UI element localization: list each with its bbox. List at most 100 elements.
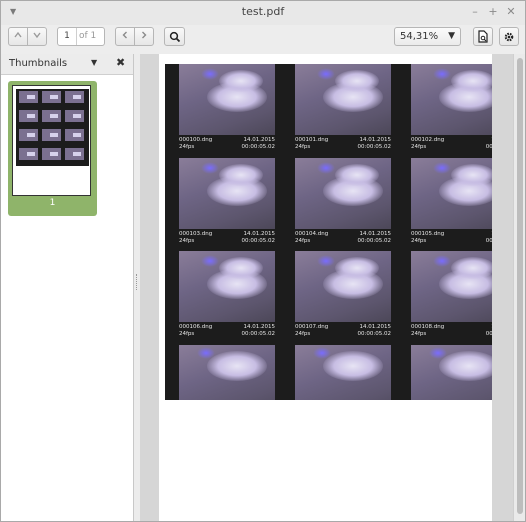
contact-sheet-frame: 000101.dng 14.01.2015 24fps 00:00:05.02 [295, 64, 391, 150]
document-icon [478, 30, 488, 43]
next-page-button[interactable] [27, 27, 47, 46]
frame-fps: 24fps [411, 331, 427, 337]
scrollbar-thumb[interactable] [517, 58, 523, 514]
frame-timecode: 00:00:05.02 [357, 238, 391, 244]
contact-sheet: 000100.dng 14.01.2015 24fps 00:00:05.02 0001… [165, 64, 492, 400]
page-thumbnail[interactable]: 1 [8, 81, 97, 216]
contact-sheet-frame [411, 345, 492, 400]
contact-sheet-frame: 000103.dng 14.01.2015 24fps 00:00:05.02 [179, 158, 275, 244]
zoom-value: 54,31% [400, 31, 439, 42]
gear-icon [504, 32, 514, 42]
previous-page-button[interactable] [8, 27, 28, 46]
vertical-scrollbar[interactable] [513, 54, 525, 521]
frame-date: 14.01.2015 [243, 324, 276, 330]
settings-button[interactable] [499, 27, 519, 46]
frame-filename: 000107.dng [295, 324, 329, 330]
frame-image [411, 251, 492, 322]
close-window-icon[interactable]: ✕ [504, 5, 518, 18]
document-viewer-window: ▼ test.pdf – + ✕ 1 of 1 54,31% ▼ Thumbna… [0, 0, 526, 522]
frame-image [295, 251, 391, 322]
contact-sheet-frame: 000102.dng 14.01 24fps 00:00:0 [411, 64, 492, 150]
frame-image [411, 64, 492, 135]
frame-date: 14.01 [491, 231, 492, 238]
chevron-left-icon [122, 31, 127, 39]
frame-timecode: 00:00:0 [485, 238, 492, 244]
minimize-icon[interactable]: – [468, 5, 482, 18]
maximize-icon[interactable]: + [486, 5, 500, 18]
frame-fps: 24fps [295, 238, 311, 244]
frame-filename: 000108.dng [411, 324, 445, 330]
frame-image [179, 251, 275, 322]
frame-timecode: 00:00:0 [485, 144, 492, 150]
frame-image [295, 158, 391, 229]
close-sidebar-icon[interactable]: ✖ [116, 56, 125, 69]
history-forward-button[interactable] [134, 27, 154, 46]
frame-fps: 24fps [295, 144, 311, 150]
toolbar: 1 of 1 54,31% ▼ [1, 25, 525, 49]
chevron-right-icon [142, 31, 147, 39]
contact-sheet-frame [295, 345, 391, 400]
page-total-label: of 1 [79, 31, 97, 41]
contact-sheet-frame: 000104.dng 14.01.2015 24fps 00:00:05.02 [295, 158, 391, 244]
sidebar-mode-dropdown-icon[interactable]: ▼ [91, 58, 97, 67]
frame-fps: 24fps [411, 238, 427, 244]
frame-filename: 000105.dng [411, 231, 445, 237]
search-button[interactable] [164, 27, 185, 46]
frame-date: 14.01.2015 [243, 137, 276, 143]
grip-icon [136, 274, 139, 290]
frame-fps: 24fps [411, 144, 427, 150]
document-view[interactable]: 000100.dng 14.01.2015 24fps 00:00:05.02 0001… [140, 54, 513, 521]
frame-timecode: 00:00:05.02 [357, 144, 391, 150]
contact-sheet-frame: 000107.dng 14.01.2015 24fps 00:00:05.02 [295, 251, 391, 337]
dropdown-arrow-icon: ▼ [448, 31, 455, 41]
frame-fps: 24fps [179, 238, 195, 244]
current-page-input[interactable]: 1 [58, 28, 77, 45]
thumbnail-image [16, 89, 89, 166]
frame-filename: 000100.dng [179, 137, 213, 143]
frame-filename: 000106.dng [179, 324, 213, 330]
contact-sheet-frame: 000106.dng 14.01.2015 24fps 00:00:05.02 [179, 251, 275, 337]
frame-filename: 000104.dng [295, 231, 329, 237]
frame-timecode: 00:00:0 [485, 331, 492, 337]
pdf-page: 000100.dng 14.01.2015 24fps 00:00:05.02 0001… [159, 54, 492, 521]
frame-date: 14.01.2015 [359, 137, 392, 143]
thumbnail-page-number: 1 [49, 198, 56, 208]
frame-date: 14.01.2015 [359, 231, 392, 237]
sidebar-header: Thumbnails ▼ ✖ [1, 54, 133, 75]
frame-image [179, 158, 275, 229]
frame-image [411, 345, 492, 400]
document-view-button[interactable] [473, 27, 493, 46]
frame-image [411, 158, 492, 229]
zoom-select[interactable]: 54,31% ▼ [394, 27, 461, 46]
frame-filename: 000101.dng [295, 137, 329, 143]
contact-sheet-frame: 000100.dng 14.01.2015 24fps 00:00:05.02 [179, 64, 275, 150]
frame-fps: 24fps [179, 331, 195, 337]
title-bar: ▼ test.pdf – + ✕ [1, 1, 525, 25]
history-back-button[interactable] [115, 27, 135, 46]
frame-fps: 24fps [295, 331, 311, 337]
thumbnail-page-preview [12, 85, 91, 196]
frame-timecode: 00:00:05.02 [241, 144, 275, 150]
frame-filename: 000103.dng [179, 231, 213, 237]
chevron-down-icon [33, 32, 41, 39]
frame-fps: 24fps [179, 144, 195, 150]
contact-sheet-frame: 000108.dng 14.01 24fps 00:00:0 [411, 251, 492, 337]
frame-date: 14.01 [491, 137, 492, 144]
frame-timecode: 00:00:05.02 [241, 238, 275, 244]
frame-image [179, 345, 275, 400]
search-icon [169, 31, 180, 43]
window-title: test.pdf [241, 5, 285, 18]
frame-date: 14.01 [491, 324, 492, 331]
frame-timecode: 00:00:05.02 [357, 331, 391, 337]
contact-sheet-frame [179, 345, 275, 400]
frame-image [295, 64, 391, 135]
frame-date: 14.01.2015 [359, 324, 392, 330]
thumbnails-sidebar: Thumbnails ▼ ✖ 1 [1, 54, 134, 521]
frame-filename: 000102.dng [411, 137, 445, 143]
frame-image [179, 64, 275, 135]
page-number-field[interactable]: 1 of 1 [57, 27, 105, 46]
frame-date: 14.01.2015 [243, 231, 276, 237]
frame-image [295, 345, 391, 400]
chevron-up-icon [14, 31, 22, 38]
sidebar-title: Thumbnails [9, 58, 68, 69]
